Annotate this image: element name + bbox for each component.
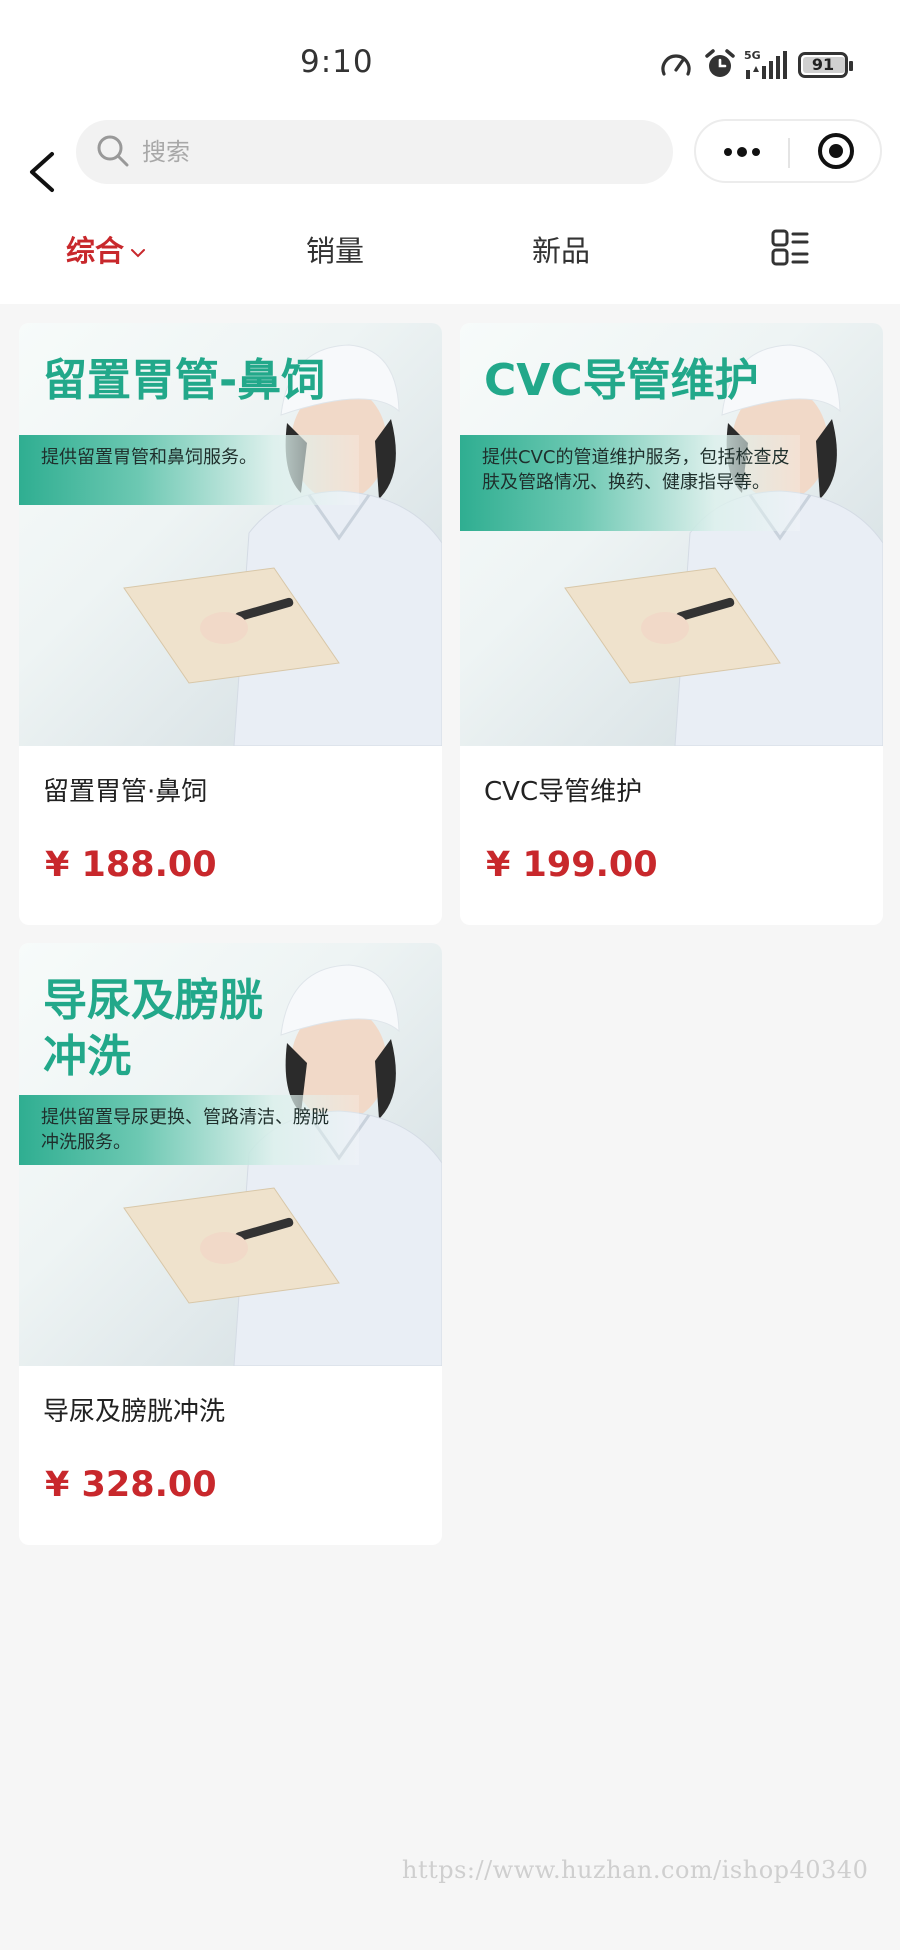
status-icons: 5G 91	[660, 44, 860, 84]
product-card[interactable]: 导尿及膀胱冲洗 提供留置导尿更换、管路清洁、膀胱冲洗服务。 导尿及膀胱冲洗 ¥ …	[19, 943, 442, 1545]
product-image: CVC导管维护 提供CVC的管道维护服务，包括检查皮肤及管路情况、换药、健康指导…	[460, 323, 883, 746]
tab-comprehensive-label: 综合	[66, 234, 125, 268]
banner-strip: 提供留置导尿更换、管路清洁、膀胱冲洗服务。	[19, 1095, 359, 1165]
tab-new[interactable]: 新品	[532, 228, 590, 270]
product-price: ¥ 199.00	[486, 845, 658, 885]
battery-icon: 91	[798, 52, 853, 78]
more-dots-icon[interactable]	[696, 121, 788, 181]
product-name: 导尿及膀胱冲洗	[43, 1397, 226, 1427]
product-image: 留置胃管-鼻饲 提供留置胃管和鼻饲服务。	[19, 323, 442, 746]
speed-icon	[661, 54, 691, 76]
banner-title: CVC导管维护	[484, 355, 759, 406]
product-card[interactable]: CVC导管维护 提供CVC的管道维护服务，包括检查皮肤及管路情况、换药、健康指导…	[460, 323, 883, 925]
product-price: ¥ 188.00	[45, 845, 217, 885]
grid-list-icon[interactable]	[770, 228, 810, 268]
alarm-icon	[705, 49, 735, 77]
battery-text: 91	[811, 55, 835, 74]
mini-program-capsule	[694, 119, 882, 183]
banner-description: 提供CVC的管道维护服务，包括检查皮肤及管路情况、换药、健康指导等。	[482, 447, 790, 493]
watermark-text: https://www.huzhan.com/ishop40340	[402, 1856, 869, 1884]
status-time: 9:10	[300, 44, 374, 80]
search-input[interactable]	[142, 120, 642, 184]
product-name: 留置胃管·鼻饲	[43, 777, 208, 807]
search-icon	[97, 135, 129, 167]
chevron-down-icon	[131, 249, 146, 258]
back-chevron-icon[interactable]	[22, 148, 62, 196]
banner-description: 提供留置导尿更换、管路清洁、膀胱冲洗服务。	[41, 1107, 329, 1153]
search-bar[interactable]	[76, 120, 673, 184]
top-bar: 9:10 5G 91 搜索 综合 销量 新品	[0, 0, 900, 304]
signal-icon: 5G	[744, 49, 787, 79]
banner-title: 导尿及膀胱冲洗	[43, 975, 263, 1082]
banner-strip: 提供CVC的管道维护服务，包括检查皮肤及管路情况、换药、健康指导等。	[460, 435, 800, 531]
banner-title: 留置胃管-鼻饲	[43, 355, 326, 406]
product-price: ¥ 328.00	[45, 1465, 217, 1505]
target-icon[interactable]	[790, 121, 882, 181]
product-card[interactable]: 留置胃管-鼻饲 提供留置胃管和鼻饲服务。 留置胃管·鼻饲 ¥ 188.00	[19, 323, 442, 925]
banner-strip: 提供留置胃管和鼻饲服务。	[19, 435, 359, 505]
svg-text:5G: 5G	[744, 49, 761, 62]
tab-comprehensive[interactable]: 综合	[66, 228, 146, 270]
product-image: 导尿及膀胱冲洗 提供留置导尿更换、管路清洁、膀胱冲洗服务。	[19, 943, 442, 1366]
banner-description: 提供留置胃管和鼻饲服务。	[41, 447, 257, 468]
tab-sales[interactable]: 销量	[306, 228, 364, 270]
product-name: CVC导管维护	[484, 777, 643, 807]
